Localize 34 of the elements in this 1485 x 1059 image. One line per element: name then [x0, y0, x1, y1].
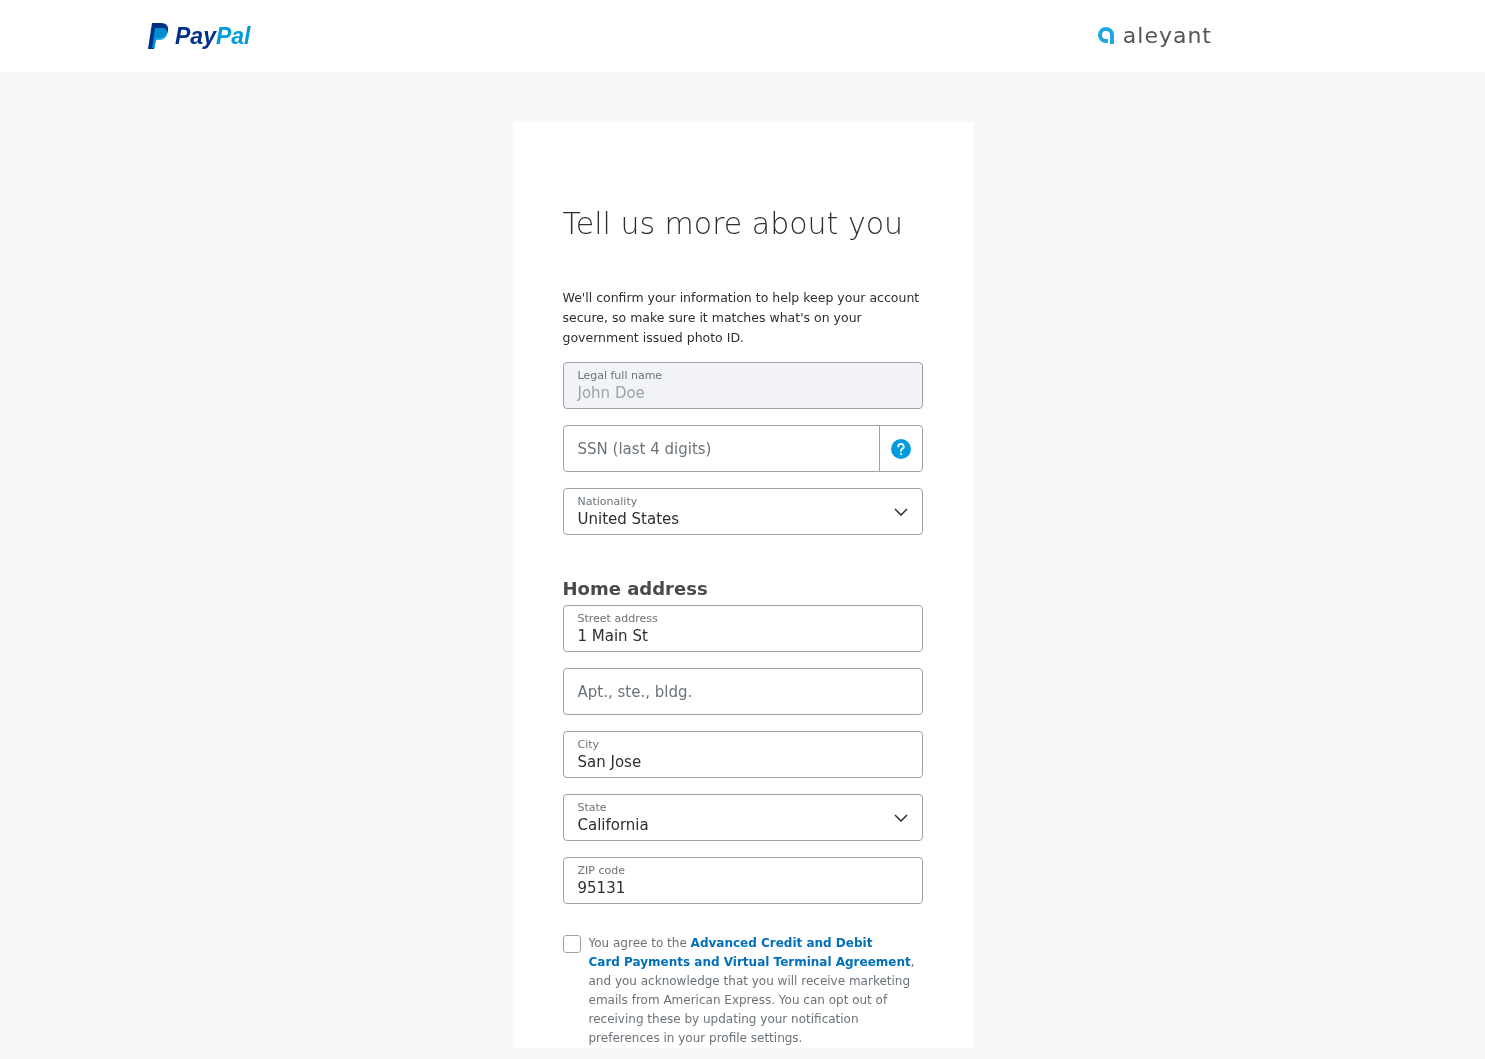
select-field[interactable]: Nationality United States [562, 488, 923, 535]
input-field[interactable]: ZIP code 95131 [562, 857, 923, 904]
field-value: San Jose [577, 751, 642, 772]
field-label: State [577, 800, 608, 815]
brand-name: PayPal [175, 24, 251, 48]
agreement-text: You agree to the Advanced Credit and Debit Card Payments and Virtual Terminal Agreement, and you acknowledge that you will receive marketing emails from American Express. You can opt out of receiving these by updating your notification preferences in your profile settings. [588, 935, 916, 1047]
agreement-checkbox[interactable] [562, 935, 581, 953]
logo-icon [147, 23, 169, 49]
help-icon[interactable] [890, 438, 911, 459]
form-title: Tell us more about you [562, 205, 905, 243]
input-field[interactable]: City San Jose [562, 731, 923, 778]
field-value: John Doe [577, 382, 645, 403]
field-label: ZIP code [577, 863, 625, 878]
partner-logo-icon [1096, 26, 1115, 46]
ssn-field[interactable]: SSN (last 4 digits) [562, 425, 923, 472]
field-label: Nationality [577, 494, 639, 509]
input-field[interactable]: Street address 1 Main St [562, 605, 923, 652]
partner-name: aleyant [1122, 25, 1212, 47]
chevron-down-icon [893, 813, 908, 822]
field-value: California [577, 814, 649, 835]
field-label: Legal full name [577, 368, 663, 383]
select-field[interactable]: State California [562, 794, 923, 841]
input-field[interactable]: Apt., ste., bldg. [562, 668, 923, 715]
field-label: Street address [577, 611, 658, 626]
field-value: United States [577, 508, 680, 529]
agreement-link[interactable]: Advanced Credit and Debit [690, 936, 873, 950]
input-field[interactable]: SSN (last 4 digits) [563, 426, 880, 471]
field-value: 95131 [577, 877, 626, 898]
field-value: 1 Main St [577, 625, 648, 646]
section-heading: Home address [562, 577, 709, 601]
field-label: City [577, 737, 600, 752]
agreement-link[interactable]: Card Payments and Virtual Terminal Agreement [588, 955, 911, 969]
intro-text: We'll confirm your information to help keep your account secure, so make sure it matches what's on your government issued photo ID. [562, 289, 921, 347]
chevron-down-icon [893, 507, 908, 516]
